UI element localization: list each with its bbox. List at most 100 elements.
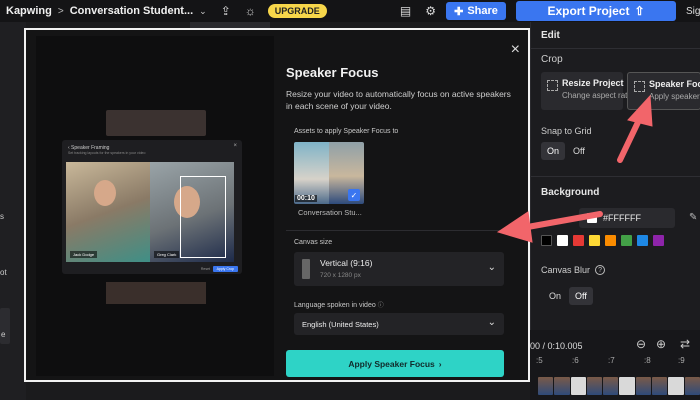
chevron-down-icon[interactable]: ⌄ [199, 6, 207, 17]
color-swatch[interactable] [589, 235, 600, 246]
track-frame [603, 377, 619, 395]
color-swatch[interactable] [637, 235, 648, 246]
canvas-blur-text: Canvas Blur [541, 265, 591, 275]
brand-name[interactable]: Kapwing [6, 5, 52, 17]
timeline-time: 00 / 0:10.005 [530, 341, 583, 351]
canvas-size-select[interactable]: Vertical (9:16) 720 x 1280 px ⌄ [294, 252, 504, 286]
track-frame [538, 377, 554, 395]
edit-heading: Edit [541, 30, 560, 41]
color-swatch[interactable] [573, 235, 584, 246]
breadcrumb-separator: > [57, 5, 64, 17]
upload-icon[interactable]: ⇪ [221, 4, 231, 18]
language-select[interactable]: English (United States) ⌄ [294, 313, 504, 335]
divider [286, 230, 516, 231]
speaker-focus-settings: Speaker Focus Resize your video to autom… [286, 30, 526, 380]
language-label-text: Language spoken in video [294, 302, 376, 309]
snap-to-grid-label: Snap to Grid [541, 126, 592, 136]
focus-crop-box [180, 176, 226, 258]
snap-to-grid-toggle: On Off [541, 142, 593, 160]
assets-label: Assets to apply Speaker Focus to [294, 128, 399, 135]
resize-subtitle: Change aspect ratio [562, 91, 634, 100]
topbar-actions: ▤ ⚙ ✚ Share Export Project ⇧ Sig [386, 0, 700, 22]
color-swatches [541, 235, 664, 246]
divider [531, 48, 700, 49]
zoom-out-icon[interactable]: ⊖ [636, 337, 646, 351]
upgrade-button[interactable]: UPGRADE [267, 4, 327, 18]
chevron-right-icon: › [438, 358, 442, 369]
timeline-tick: :8 [644, 356, 651, 365]
snap-off-button[interactable]: Off [565, 142, 593, 160]
export-icon: ⇧ [634, 4, 645, 18]
track-frame [586, 377, 603, 395]
swap-icon[interactable]: ⇄ [680, 337, 690, 351]
left-strip-label: s [0, 212, 4, 221]
track-frame [619, 377, 635, 395]
close-icon: × [233, 143, 237, 149]
canvas-blur-label: Canvas Blur ? [541, 265, 606, 275]
modal-description: Resize your video to automatically focus… [286, 89, 511, 111]
pen-icon[interactable]: ✎ [689, 212, 697, 223]
track-frame [635, 377, 652, 395]
color-swatch[interactable] [605, 235, 616, 246]
background-hex: #FFFFFF [603, 213, 641, 223]
speaker-framing-demo: ‹ Speaker Framing Set tracking layouts f… [62, 140, 242, 274]
apply-label: Apply Speaker Focus [348, 358, 435, 369]
export-label: Export Project [547, 4, 630, 18]
speaker-focus-title: Speaker Focus [649, 79, 700, 89]
track-frame [652, 377, 668, 395]
modal-title: Speaker Focus [286, 65, 379, 80]
checkbox-checked-icon[interactable]: ✓ [348, 189, 360, 201]
left-strip-label: e [1, 330, 6, 339]
export-project-button[interactable]: Export Project ⇧ [516, 1, 676, 21]
help-icon[interactable]: ? [595, 265, 606, 275]
track-frame [684, 377, 700, 395]
asset-thumbnail[interactable]: 00:10 ✓ [294, 142, 364, 204]
info-icon[interactable]: ⓘ [378, 303, 384, 309]
left-strip-label: ot [0, 268, 7, 277]
thumbnail-frame: ✓ [329, 142, 364, 204]
zoom-in-icon[interactable]: ⊕ [656, 337, 666, 351]
user-plus-icon: ✚ [454, 5, 464, 18]
chevron-down-icon: ⌄ [487, 262, 496, 273]
language-value: English (United States) [302, 320, 379, 329]
demo-subtitle: Set tracking layouts for the speakers in… [68, 151, 146, 155]
lightbulb-icon[interactable]: ☼ [245, 4, 256, 18]
resize-title: Resize Project [562, 78, 624, 88]
chat-icon[interactable]: ▤ [400, 4, 411, 18]
blur-off-button[interactable]: Off [569, 287, 593, 305]
speaker-name-tag: Jack Dodge [70, 251, 98, 258]
blur-on-button[interactable]: On [541, 287, 569, 305]
snap-on-button[interactable]: On [541, 142, 566, 160]
speaker-focus-card[interactable]: Speaker Focus Apply speaker focus [627, 72, 700, 110]
timeline: 00 / 0:10.005 ⊖ ⊕ ⇄ :5 :6 :7 :8 :9 [530, 330, 700, 400]
track-frame [668, 377, 684, 395]
apply-speaker-focus-button[interactable]: Apply Speaker Focus › [286, 350, 504, 377]
gear-icon[interactable]: ⚙ [425, 4, 436, 18]
share-label: Share [467, 5, 498, 17]
canvas-size-value: Vertical (9:16) [320, 258, 373, 268]
preview-fragment [106, 282, 206, 304]
sign-in-link[interactable]: Sig [686, 6, 700, 17]
background-heading: Background [541, 187, 600, 198]
color-swatch[interactable] [621, 235, 632, 246]
timeline-tick: :9 [678, 356, 685, 365]
preview-area: ‹ Speaker Framing Set tracking layouts f… [36, 36, 274, 376]
track-frame [554, 377, 570, 395]
color-swatch[interactable] [557, 235, 568, 246]
aspect-ratio-icon [302, 259, 310, 279]
resize-project-card[interactable]: Resize Project Change aspect ratio [541, 72, 634, 110]
canvas-size-dimensions: 720 x 1280 px [320, 272, 361, 279]
speaker-focus-icon [634, 81, 645, 92]
timeline-tick: :5 [536, 356, 543, 365]
video-track[interactable] [538, 377, 700, 395]
speaker-name-tag: Greg Clark [154, 251, 180, 258]
left-tool-strip: s ot e [0, 22, 26, 400]
background-color-field[interactable]: #FFFFFF [579, 208, 675, 228]
project-name[interactable]: Conversation Student... [70, 5, 193, 17]
resize-icon [547, 80, 558, 91]
color-swatch[interactable] [653, 235, 664, 246]
share-button[interactable]: ✚ Share [446, 2, 506, 20]
demo-reset: Reset [200, 267, 210, 271]
color-swatch[interactable] [541, 235, 552, 246]
timeline-tick: :7 [608, 356, 615, 365]
